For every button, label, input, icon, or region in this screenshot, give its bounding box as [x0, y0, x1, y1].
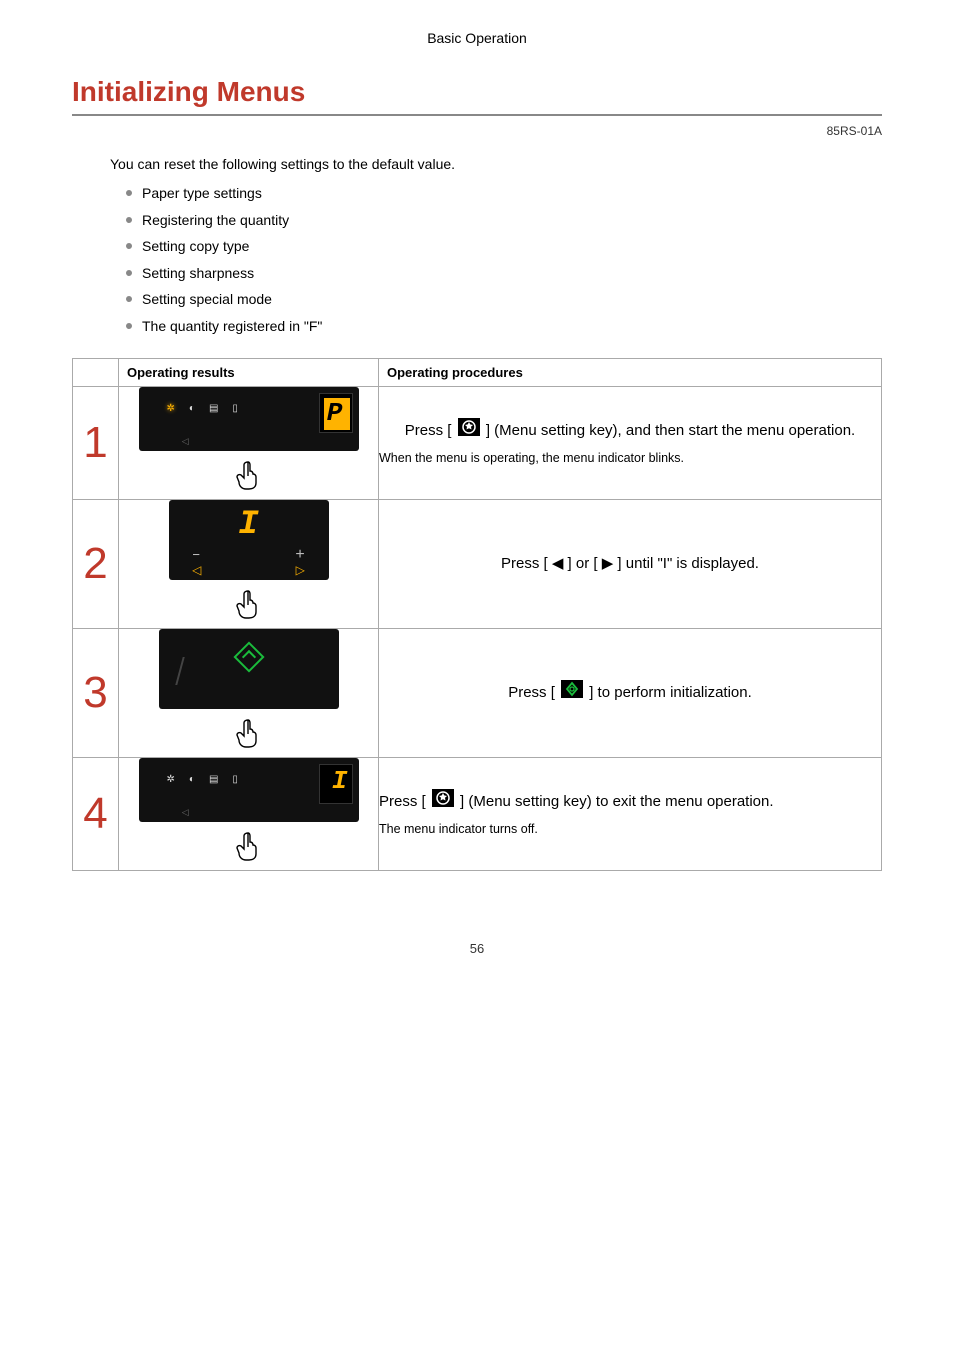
menu-key-icon — [432, 789, 454, 815]
segment-display: P — [319, 393, 353, 433]
panel-illustration: ✲ ◐ ▤ ▯ I ◁ — [139, 758, 359, 822]
proc-text: Press [ — [508, 684, 559, 701]
procedure-sub: When the menu is operating, the menu ind… — [379, 448, 881, 468]
procedure-main: Press [ ] (Menu setting key) to exit the… — [379, 789, 881, 815]
step-procedure: Press [ ◀ ] or [ ▶ ] until "I" is displa… — [379, 499, 882, 628]
contrast-icon: ◐ — [189, 403, 195, 414]
proc-text: ] (Menu setting key), and then start the… — [486, 422, 855, 439]
right-arrow-icon: ▷ — [296, 563, 305, 577]
proc-text: ] (Menu setting key) to exit the menu op… — [460, 793, 774, 810]
procedure-main: Press [ ] (Menu setting key), and then s… — [379, 418, 881, 444]
paper-icon: ▯ — [232, 774, 238, 785]
step-result — [119, 628, 379, 757]
settings-list: Paper type settings Registering the quan… — [126, 180, 882, 340]
hand-pointer-icon — [119, 460, 378, 499]
page-title: Initializing Menus — [72, 76, 882, 116]
panel-illustration: ✲ ◐ ▤ ▯ P ◁ — [139, 387, 359, 451]
panel-illustration: I − + ◁ ▷ — [169, 500, 329, 580]
display-char: I — [320, 765, 352, 797]
step-number: 2 — [73, 499, 119, 628]
start-key-icon — [561, 680, 583, 706]
step-result: ✲ ◐ ▤ ▯ I ◁ — [119, 757, 379, 870]
paper-icon: ▯ — [232, 403, 238, 414]
copies-icon: ▤ — [209, 774, 218, 785]
col-header-results: Operating results — [119, 358, 379, 386]
menu-indicator-icon: ✲ — [167, 774, 175, 785]
col-header-num — [73, 358, 119, 386]
intro-text: You can reset the following settings to … — [110, 156, 882, 172]
procedure-main: Press [ ] to perform initialization. — [379, 680, 881, 706]
display-char: I — [238, 506, 258, 544]
step-procedure: Press [ ] to perform initialization. — [379, 628, 882, 757]
table-row: 2 I − + ◁ ▷ — [73, 499, 882, 628]
contrast-icon: ◐ — [189, 774, 195, 785]
proc-text: ] to perform initialization. — [589, 684, 752, 701]
list-item: Setting sharpness — [126, 260, 882, 287]
display-char: P — [324, 398, 350, 430]
step-procedure: Press [ ] (Menu setting key), and then s… — [379, 386, 882, 499]
breadcrumb: Basic Operation — [72, 30, 882, 46]
list-item: Paper type settings — [126, 180, 882, 207]
list-item: Setting special mode — [126, 286, 882, 313]
list-item: The quantity registered in "F" — [126, 313, 882, 340]
step-number: 3 — [73, 628, 119, 757]
steps-table: Operating results Operating procedures 1… — [72, 358, 882, 871]
plus-icon: + — [295, 546, 304, 564]
menu-key-icon — [458, 418, 480, 444]
step-number: 4 — [73, 757, 119, 870]
copies-icon: ▤ — [209, 403, 218, 414]
start-key-icon — [233, 642, 264, 673]
table-row: 3 Press [ ] — [73, 628, 882, 757]
table-row: 4 ✲ ◐ ▤ ▯ I ◁ — [73, 757, 882, 870]
hand-pointer-icon — [119, 718, 378, 757]
page-number: 56 — [72, 941, 882, 956]
step-result: I − + ◁ ▷ — [119, 499, 379, 628]
panel-illustration — [159, 629, 339, 709]
list-item: Registering the quantity — [126, 207, 882, 234]
minus-icon: − — [192, 547, 200, 562]
segment-display: I — [319, 764, 353, 804]
left-arrow-icon: ◁ — [192, 563, 201, 577]
list-item: Setting copy type — [126, 233, 882, 260]
step-number: 1 — [73, 386, 119, 499]
procedure-sub: The menu indicator turns off. — [379, 819, 881, 839]
procedure-main: Press [ ◀ ] or [ ▶ ] until "I" is displa… — [379, 552, 881, 576]
table-row: 1 ✲ ◐ ▤ ▯ P ◁ — [73, 386, 882, 499]
step-procedure: Press [ ] (Menu setting key) to exit the… — [379, 757, 882, 870]
proc-text: Press [ — [405, 422, 456, 439]
step-result: ✲ ◐ ▤ ▯ P ◁ — [119, 386, 379, 499]
hand-pointer-icon — [119, 589, 378, 628]
col-header-procedures: Operating procedures — [379, 358, 882, 386]
menu-indicator-icon: ✲ — [167, 403, 175, 414]
proc-text: Press [ — [379, 793, 430, 810]
hand-pointer-icon — [119, 831, 378, 870]
document-code: 85RS-01A — [72, 124, 882, 138]
